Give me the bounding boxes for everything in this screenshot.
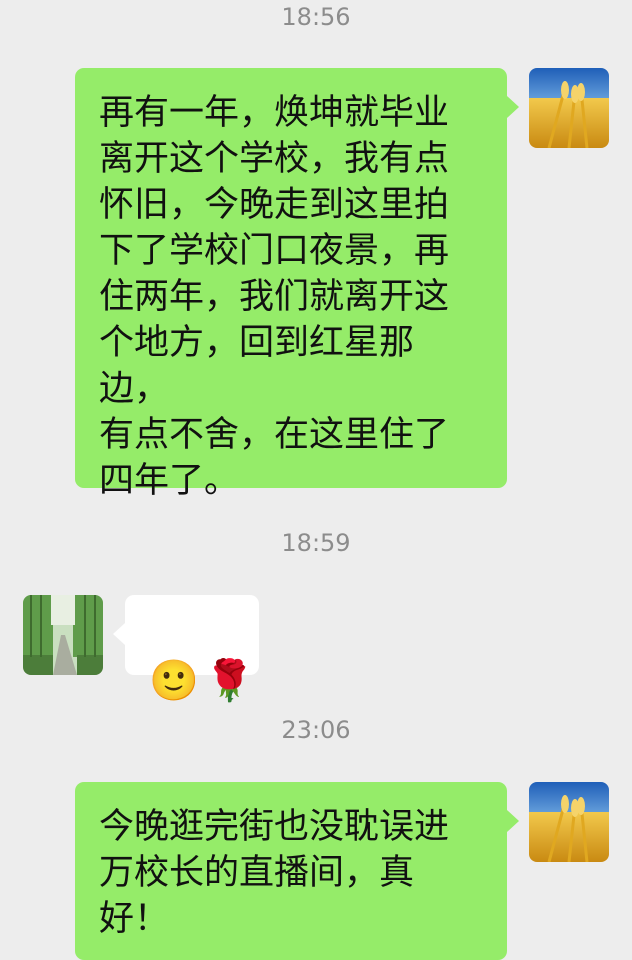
message-bubble[interactable]: 🙂 🌹 (125, 595, 259, 704)
message-bubble[interactable]: 今晚逛完街也没耽误进 万校长的直播间，真 好！ (75, 782, 507, 960)
chat-window: 18:56 再有一年，焕坤就毕业 离开这个学校，我有点 怀旧，今晚走到这里拍 下… (0, 0, 632, 960)
avatar[interactable] (529, 68, 609, 148)
avatar[interactable] (23, 595, 103, 675)
person-emoji-icon: 🙂 (149, 658, 199, 704)
emoji-row: 🙂 🌹 (125, 641, 259, 721)
avatar[interactable] (529, 782, 609, 862)
wheat-field-avatar-icon (529, 68, 609, 148)
timestamp: 18:59 (281, 529, 351, 557)
wheat-field-avatar-icon (529, 782, 609, 862)
bubble-tail (507, 810, 519, 832)
timestamp: 18:56 (281, 3, 351, 31)
bubble-tail (507, 96, 519, 118)
rose-emoji-icon: 🌹 (204, 658, 255, 704)
timestamp: 23:06 (281, 716, 351, 744)
tree-lined-road-avatar-icon (23, 595, 103, 675)
message-bubble[interactable]: 再有一年，焕坤就毕业 离开这个学校，我有点 怀旧，今晚走到这里拍 下了学校门口夜… (75, 68, 507, 501)
bubble-tail (113, 623, 125, 645)
